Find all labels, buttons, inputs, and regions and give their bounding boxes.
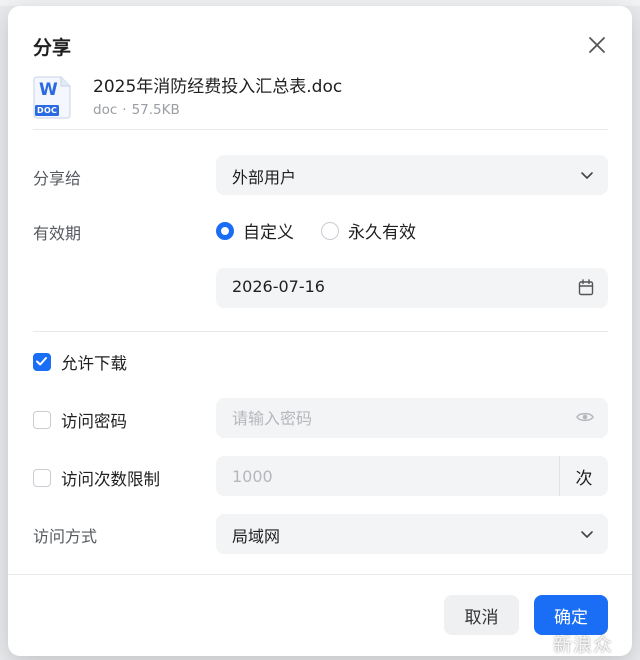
checkbox-unchecked [33,469,51,487]
date-value: 2026-07-16 [232,277,325,296]
validity-custom-label: 自定义 [243,223,294,243]
share-to-value: 外部用户 [232,168,297,187]
check-icon [36,357,47,366]
divider [33,331,608,332]
footer-divider [8,574,632,575]
password-input[interactable] [216,398,556,438]
access-password-label: 访问密码 [61,412,127,431]
password-field [216,398,608,438]
watermark: 新浪众测 [553,634,614,656]
divider [33,129,608,130]
close-icon [589,37,605,53]
cancel-button[interactable]: 取消 [444,595,519,635]
access-method-value: 局域网 [232,527,281,546]
access-method-select[interactable]: 局域网 [216,514,608,554]
close-button[interactable] [586,34,608,56]
validity-permanent-radio[interactable]: 永久有效 [321,218,416,243]
checkbox-checked [33,353,51,371]
confirm-button[interactable]: 确定 [534,595,608,635]
doc-icon-tag: DOC [37,106,58,115]
share-dialog: 分享 W DOC 2025年消防经费投入汇总表.doc doc · 57.5KB 分… [8,6,632,656]
doc-icon-letter: W [39,80,58,100]
validity-label: 有效期 [33,224,82,243]
radio-selected-icon [216,221,234,240]
file-size: 57.5KB [131,102,180,118]
word-doc-icon: W DOC [33,75,73,119]
allow-download-checkbox[interactable]: 允许下载 [33,350,127,374]
file-type: doc [93,102,118,118]
file-meta: doc · 57.5KB [93,102,180,118]
allow-download-label: 允许下载 [61,354,127,373]
eye-icon[interactable] [576,410,594,424]
file-name: 2025年消防经费投入汇总表.doc [93,77,343,97]
radio-unselected-icon [321,221,339,240]
access-limit-input[interactable] [216,456,556,496]
access-limit-field: 次 [216,456,608,496]
dialog-title: 分享 [33,37,72,59]
validity-custom-radio[interactable]: 自定义 [216,218,294,243]
share-to-select[interactable]: 外部用户 [216,155,608,195]
date-picker[interactable]: 2026-07-16 [216,268,608,308]
chevron-down-icon [581,172,593,179]
access-limit-label: 访问次数限制 [61,470,160,489]
share-to-label: 分享给 [33,169,82,188]
access-method-label: 访问方式 [33,527,98,546]
checkbox-unchecked [33,411,51,429]
access-password-checkbox[interactable]: 访问密码 [33,408,127,432]
validity-permanent-label: 永久有效 [348,223,416,243]
access-limit-suffix: 次 [559,456,608,496]
chevron-down-icon [581,531,593,538]
access-limit-checkbox[interactable]: 访问次数限制 [33,466,160,490]
calendar-icon [578,279,594,296]
